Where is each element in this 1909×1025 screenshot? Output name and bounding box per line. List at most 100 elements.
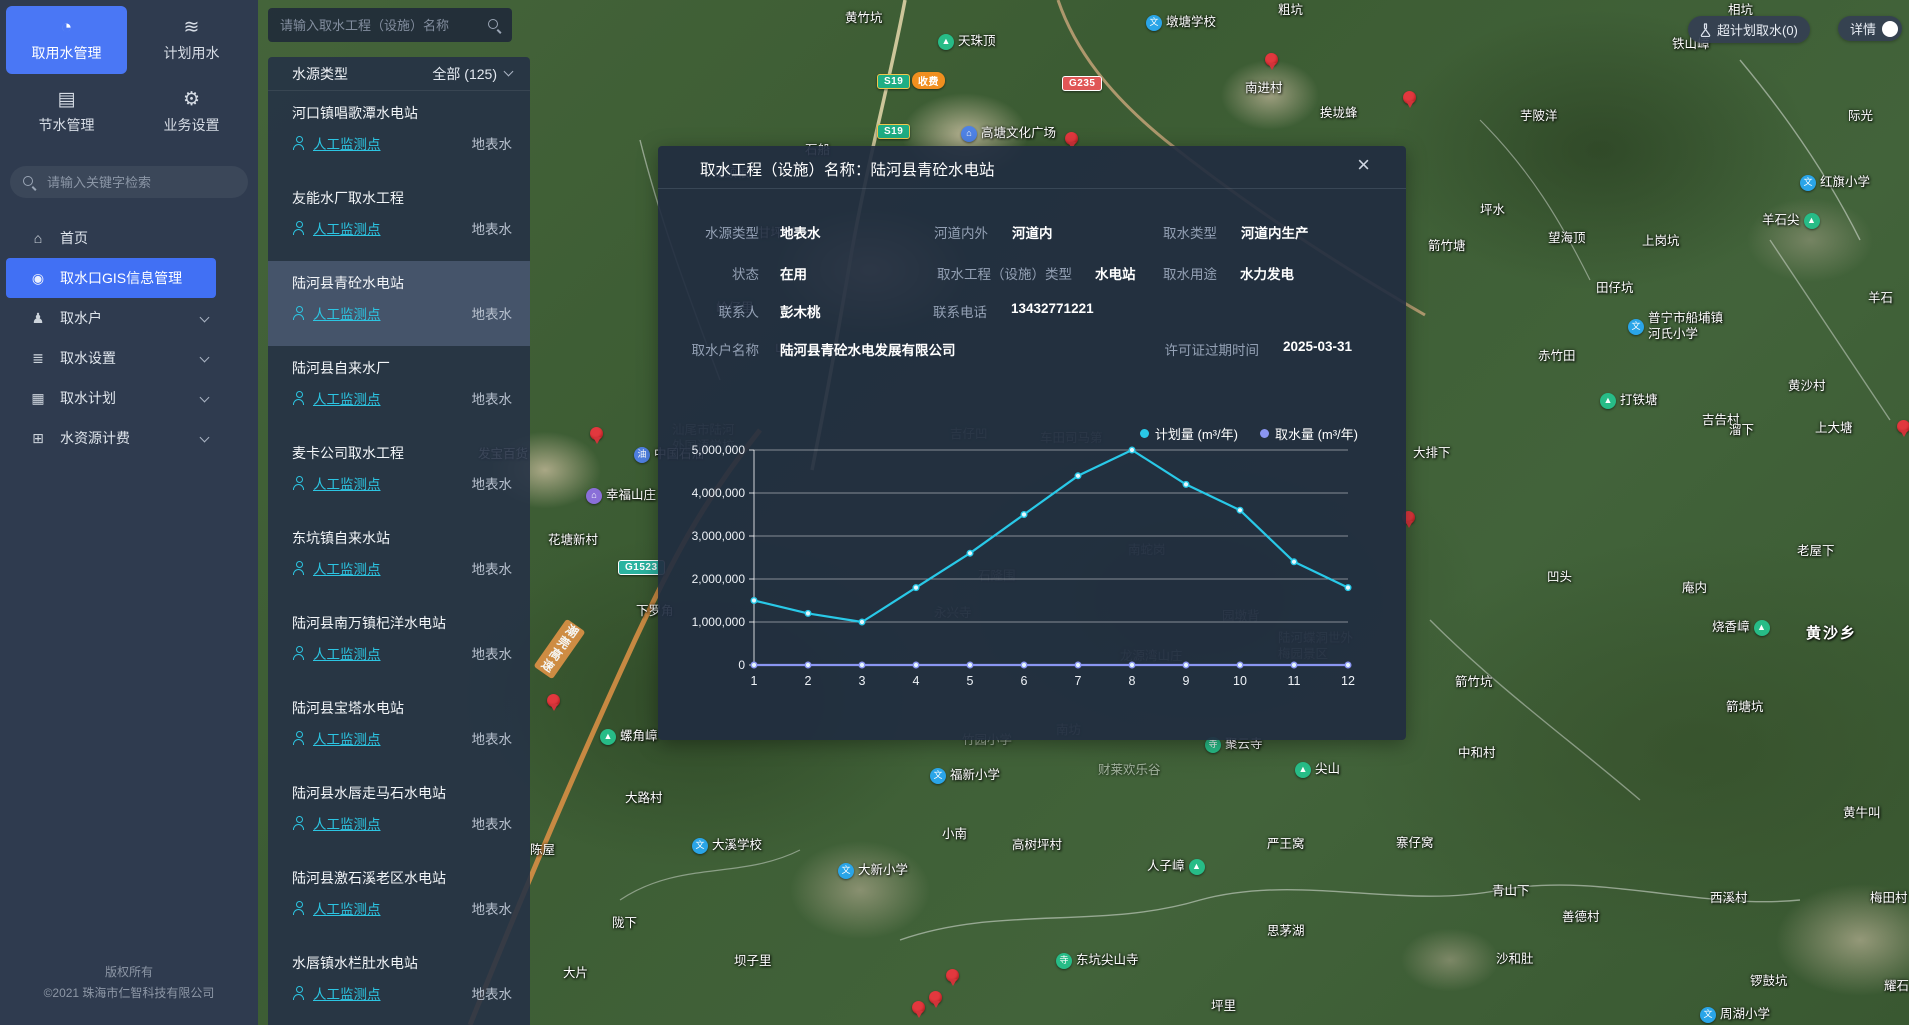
map-label: 西溪村 (1710, 891, 1748, 907)
map-label-text: 田仔坑 (1596, 281, 1634, 297)
map-label-text: 东坑尖山寺 (1076, 953, 1139, 969)
map-label: 坪水 (1480, 203, 1505, 219)
school-badge-icon: 文 (838, 863, 854, 879)
map-marker-pin[interactable] (590, 427, 603, 440)
manual-monitor-link[interactable]: 人工监测点 (292, 558, 381, 578)
manual-monitor-link[interactable]: 人工监测点 (292, 728, 381, 748)
station-name: 麦卡公司取水工程 (292, 443, 512, 463)
manual-monitor-link[interactable]: 人工监测点 (292, 218, 381, 238)
map-label-text: 耀石 (1884, 979, 1909, 995)
mount-badge-icon: ▲ (1754, 620, 1770, 636)
map-label-text: 红旗小学 (1820, 175, 1870, 191)
manual-monitor-link[interactable]: 人工监测点 (292, 983, 381, 1003)
map-label-text: 大片 (563, 966, 588, 982)
detail-toggle[interactable]: 详情 (1838, 16, 1902, 41)
module-取用水管理[interactable]: ◔ 取用水管理 (6, 6, 127, 74)
sidebar-item-取水设置[interactable]: ≣ 取水设置 (0, 338, 258, 378)
search-icon[interactable] (487, 18, 502, 33)
map-label-text: 粗坑 (1278, 3, 1303, 19)
module-label: 取用水管理 (32, 43, 102, 63)
culture-badge-icon: ⌂ (961, 126, 977, 142)
station-search-box (268, 8, 512, 42)
map-label-text: 羊石 (1868, 291, 1893, 307)
map-marker-pin[interactable] (1065, 132, 1078, 145)
chevron-down-icon (200, 433, 210, 443)
station-list-item[interactable]: 陆河县水唇走马石水电站 人工监测点 地表水 (268, 771, 530, 856)
sidebar-item-取水户[interactable]: ♟ 取水户 (0, 298, 258, 338)
map-label: 庵内 (1682, 581, 1707, 597)
station-list-item[interactable]: 陆河县青砼水电站 人工监测点 地表水 (268, 261, 530, 346)
map-label-text: 思茅湖 (1267, 924, 1305, 940)
sidebar: ◔ 取用水管理≋ 计划用水▤ 节水管理⚙ 业务设置 ⌂ 首页◉ 取水口GIS信息… (0, 0, 258, 1025)
map-label: 中和村 (1458, 746, 1496, 762)
module-节水管理[interactable]: ▤ 节水管理 (6, 78, 127, 146)
waves-icon: ≋ (184, 18, 200, 37)
water-source-type: 地表水 (472, 983, 513, 1003)
station-name: 陆河县水唇走马石水电站 (292, 783, 512, 803)
station-list-item[interactable]: 陆河县南万镇杞洋水电站 人工监测点 地表水 (268, 601, 530, 686)
sidebar-item-取水口GIS信息管理[interactable]: ◉ 取水口GIS信息管理 (6, 258, 216, 298)
map-label: 溜下 (1729, 423, 1754, 439)
station-list-item[interactable]: 麦卡公司取水工程 人工监测点 地表水 (268, 431, 530, 516)
station-list-item[interactable]: 友能水厂取水工程 人工监测点 地表水 (268, 176, 530, 261)
meter-icon: ◔ (61, 18, 72, 37)
module-label: 业务设置 (164, 115, 220, 135)
sidebar-item-取水计划[interactable]: ▦ 取水计划 (0, 378, 258, 418)
manual-monitor-link[interactable]: 人工监测点 (292, 813, 381, 833)
module-计划用水[interactable]: ≋ 计划用水 (131, 6, 252, 74)
person-icon (292, 646, 306, 660)
station-search-input[interactable] (278, 17, 487, 34)
svg-text:11: 11 (1288, 674, 1301, 688)
map-label: 际光 (1848, 109, 1873, 125)
map-label-text: 上岗坑 (1642, 234, 1680, 250)
manual-monitor-link[interactable]: 人工监测点 (292, 303, 381, 323)
over-plan-water-button[interactable]: 超计划取水(0) (1688, 16, 1810, 43)
station-list-item[interactable]: 陆河县自来水厂 人工监测点 地表水 (268, 346, 530, 431)
chevron-down-icon (200, 313, 210, 323)
map-marker-pin[interactable] (1897, 420, 1909, 433)
map-marker-pin[interactable] (1403, 91, 1416, 104)
billing-icon: ⊞ (30, 430, 46, 447)
sidebar-item-首页[interactable]: ⌂ 首页 (0, 218, 258, 258)
map-marker-pin[interactable] (946, 969, 959, 982)
source-type-filter-dropdown[interactable]: 全部 (125) (432, 64, 512, 84)
manual-monitor-link[interactable]: 人工监测点 (292, 643, 381, 663)
map-label-text: 福新小学 (950, 768, 1000, 784)
manual-monitor-link[interactable]: 人工监测点 (292, 133, 381, 153)
map-label: 羊石尖▲ (1762, 213, 1820, 229)
map-label-text: 天珠顶 (958, 34, 996, 50)
station-list: 河口镇唱歌潭水电站 人工监测点 地表水 友能水厂取水工程 人工监测点 地表水 陆… (268, 91, 530, 1025)
user-icon: ♟ (30, 310, 46, 327)
person-icon (292, 306, 306, 320)
copyright-footer: 版权所有 ©2021 珠海市仁智科技有限公司 (0, 952, 258, 1025)
detail-toggle-label: 详情 (1850, 19, 1876, 38)
sidebar-item-label: 取水设置 (60, 348, 116, 368)
villa-badge-icon: ⌂ (586, 488, 602, 504)
station-list-item[interactable]: 水唇镇水栏肚水电站 人工监测点 地表水 (268, 941, 530, 1025)
app-root: 黄竹坑▲天珠顶文墩塘学校相坑粗坑铁山嶂⌂高塘文化广场石船龙颈根甘坪村岭仔里山口南… (0, 0, 1909, 1025)
map-label-text: 寨仔窝 (1396, 836, 1434, 852)
station-list-item[interactable]: 河口镇唱歌潭水电站 人工监测点 地表水 (268, 91, 530, 176)
manual-monitor-link[interactable]: 人工监测点 (292, 473, 381, 493)
mount-badge-icon: ▲ (1804, 213, 1820, 229)
map-label: 羊石 (1868, 291, 1893, 307)
station-list-item[interactable]: 东坑镇自来水站 人工监测点 地表水 (268, 516, 530, 601)
svg-text:3,000,000: 3,000,000 (692, 529, 746, 543)
manual-monitor-link[interactable]: 人工监测点 (292, 898, 381, 918)
module-label: 计划用水 (164, 43, 220, 63)
station-list-item[interactable]: 陆河县宝塔水电站 人工监测点 地表水 (268, 686, 530, 771)
station-list-item[interactable]: 陆河县激石溪老区水电站 人工监测点 地表水 (268, 856, 530, 941)
manual-monitor-link[interactable]: 人工监测点 (292, 388, 381, 408)
map-label: 黄沙乡 (1806, 625, 1857, 644)
map-marker-pin[interactable] (547, 694, 560, 707)
module-业务设置[interactable]: ⚙ 业务设置 (131, 78, 252, 146)
map-marker-pin[interactable] (1265, 53, 1278, 66)
map-label: 赤竹田 (1538, 349, 1576, 365)
station-list-header: 水源类型 全部 (125) (268, 57, 530, 91)
sidebar-item-水资源计费[interactable]: ⊞ 水资源计费 (0, 418, 258, 458)
map-label-text: 人子嶂 (1147, 859, 1185, 875)
map-marker-pin[interactable] (912, 1001, 925, 1014)
map-label: 上岗坑 (1642, 234, 1680, 250)
sidebar-search-input[interactable] (45, 174, 236, 191)
map-marker-pin[interactable] (929, 991, 942, 1004)
